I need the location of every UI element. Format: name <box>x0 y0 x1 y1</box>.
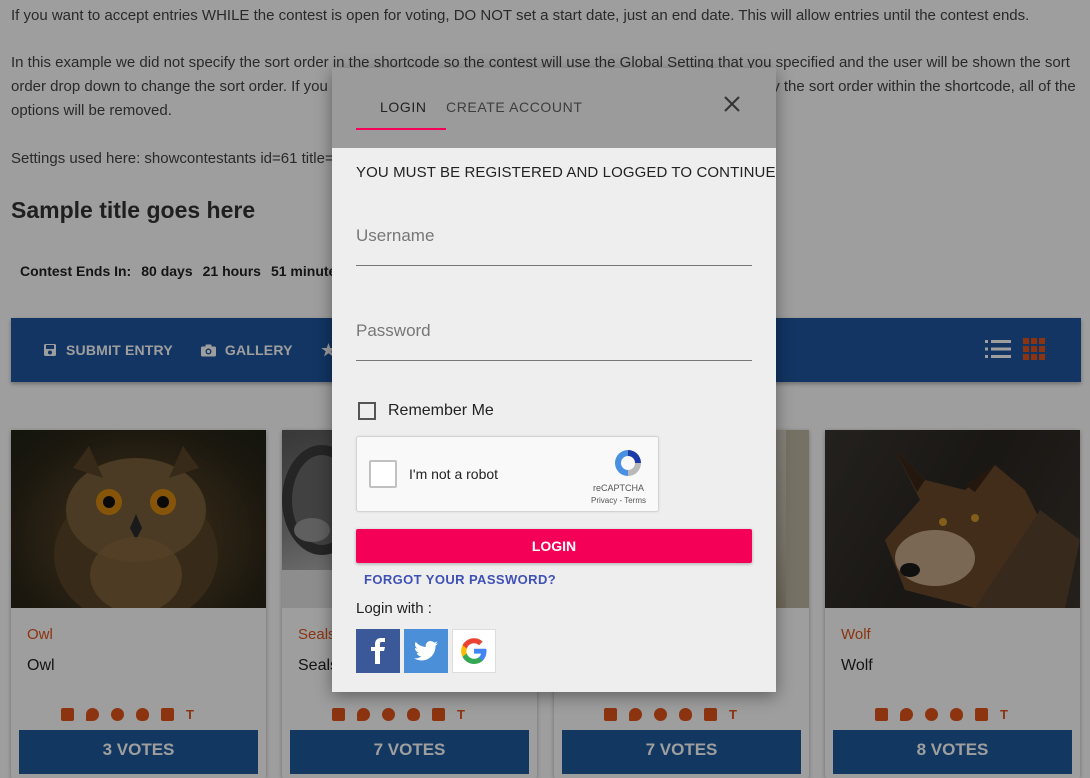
password-field[interactable]: Password <box>356 321 752 361</box>
username-field[interactable]: Username <box>356 226 752 266</box>
facebook-login-button[interactable] <box>356 629 400 673</box>
tab-login[interactable]: LOGIN <box>380 99 427 115</box>
remember-me[interactable]: Remember Me <box>358 402 494 420</box>
twitter-login-button[interactable] <box>404 629 448 673</box>
close-icon[interactable] <box>722 94 742 114</box>
google-login-button[interactable] <box>452 629 496 673</box>
recaptcha-brand: reCAPTCHA <box>592 483 644 493</box>
twitter-icon <box>414 641 438 661</box>
login-with-label: Login with : <box>356 600 432 617</box>
username-placeholder: Username <box>356 226 435 245</box>
password-placeholder: Password <box>356 321 431 340</box>
tab-create-account[interactable]: CREATE ACCOUNT <box>446 99 583 115</box>
recaptcha-terms[interactable]: Privacy - Terms <box>591 496 646 505</box>
recaptcha-logo-icon <box>615 450 641 476</box>
active-tab-indicator <box>356 128 446 130</box>
remember-me-label: Remember Me <box>388 402 494 419</box>
login-button[interactable]: LOGIN <box>356 529 752 563</box>
recaptcha-widget: I'm not a robot reCAPTCHA Privacy - Term… <box>356 436 659 512</box>
recaptcha-label: I'm not a robot <box>409 466 499 482</box>
recaptcha-checkbox[interactable] <box>369 460 397 488</box>
google-icon <box>461 638 487 664</box>
login-modal: LOGIN CREATE ACCOUNT YOU MUST BE REGISTE… <box>332 68 776 692</box>
forgot-password-link[interactable]: FORGOT YOUR PASSWORD? <box>364 572 556 587</box>
facebook-icon <box>371 638 385 664</box>
modal-header: LOGIN CREATE ACCOUNT <box>332 68 776 148</box>
remember-me-checkbox[interactable] <box>358 402 376 420</box>
login-required-message: YOU MUST BE REGISTERED AND LOGGED TO CON… <box>356 164 776 181</box>
social-login <box>356 629 496 673</box>
